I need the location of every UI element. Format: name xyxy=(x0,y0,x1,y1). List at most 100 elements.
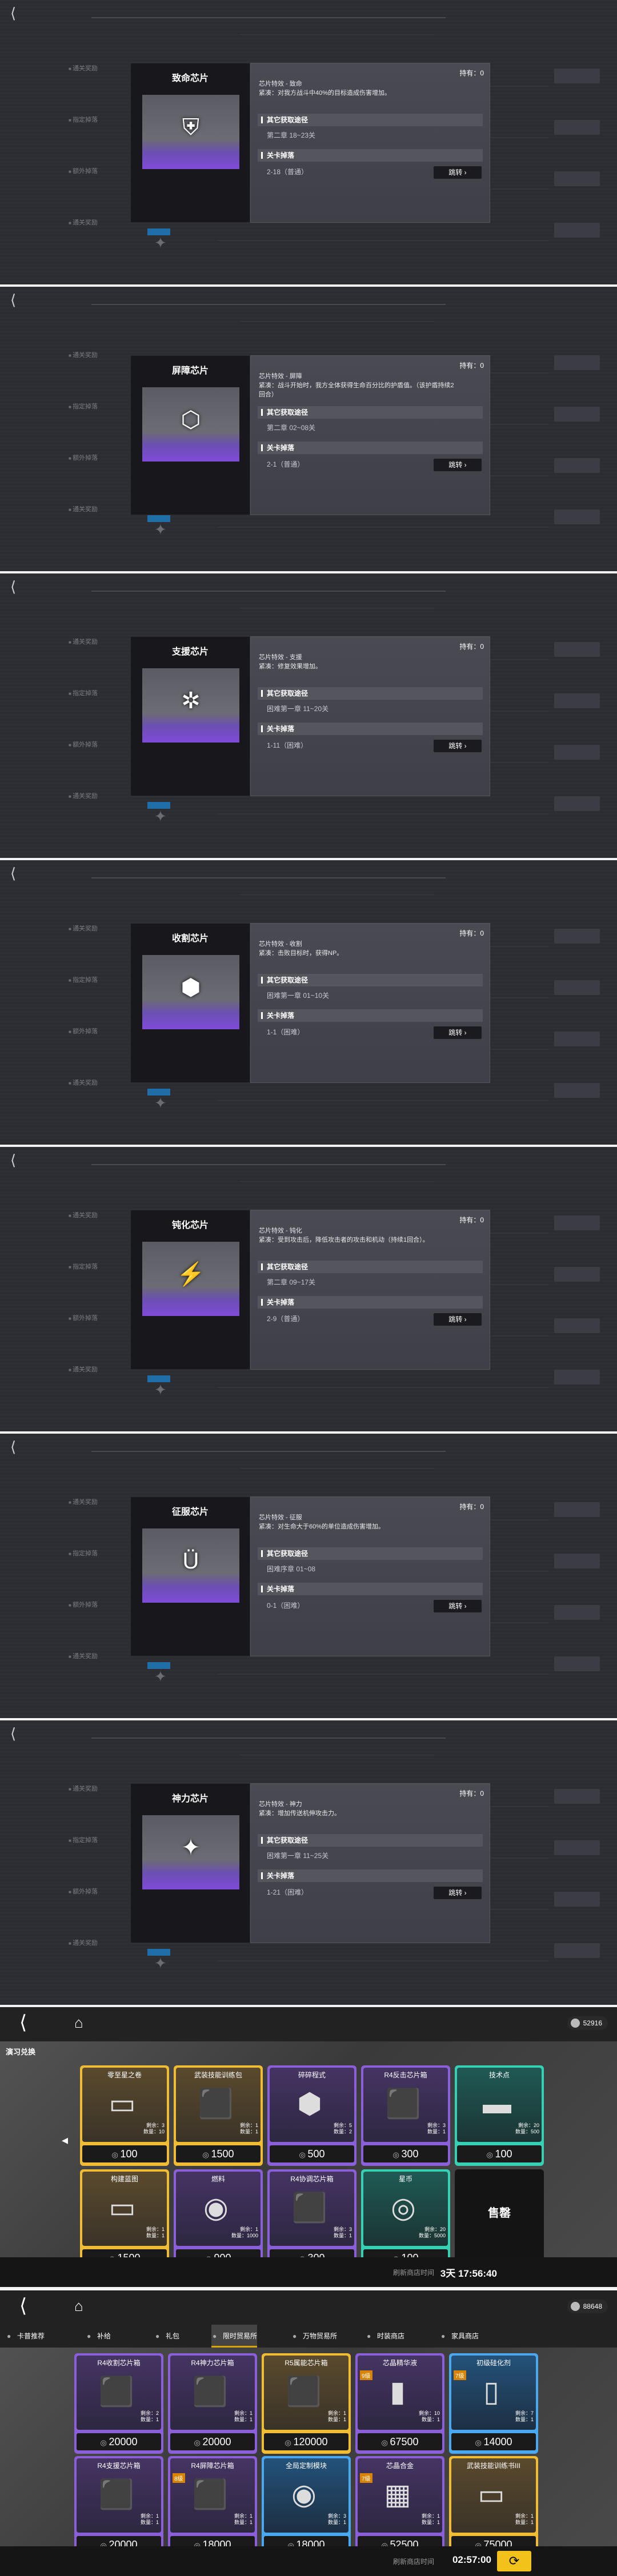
back-icon[interactable]: ⟨ xyxy=(10,579,16,594)
home-icon[interactable]: ⌂ xyxy=(74,2297,83,2315)
item-price: 100 xyxy=(82,2145,167,2162)
shield-chip-icon: ⬡ xyxy=(181,407,201,432)
chip-title: 致命芯片 xyxy=(171,74,209,83)
item-name: 武装技能训练包 xyxy=(194,2071,242,2079)
shop-item[interactable]: R4支援芯片箱⬛剩余：1 数量：120000 xyxy=(74,2456,163,2557)
header-divider xyxy=(240,894,434,895)
chip-info: 持有：0 芯片特效 - 屏障 紧凑：战斗开始时，我方全体获得生命百分比的护盾值。（… xyxy=(250,355,490,515)
tab-6[interactable]: 家具商店 xyxy=(440,2325,479,2348)
back-icon[interactable]: ⟨ xyxy=(10,1153,16,1167)
shop-item[interactable]: 构建蓝图▭剩余：1 数量：11500 xyxy=(80,2169,169,2270)
back-icon[interactable]: ⟨ xyxy=(19,2013,27,2032)
chip-title: 屏障芯片 xyxy=(171,366,209,376)
header-divider xyxy=(91,17,446,18)
refresh-bar: 刷新商店时间 02:57:00 ⟳ xyxy=(0,2546,617,2576)
tab-2[interactable]: 礼包 xyxy=(154,2325,179,2348)
other-sources-value: 第二章 18~23关 xyxy=(267,131,316,139)
side-labels: 通关奖励指定掉落额外掉落通关奖励 xyxy=(69,636,98,842)
store-topbar xyxy=(0,2290,617,2325)
item-name: 芯晶精华液 xyxy=(382,2359,417,2367)
refresh-button[interactable]: ⟳ xyxy=(497,2551,531,2571)
support-chip-icon: ✲ xyxy=(181,688,201,713)
shop-item[interactable]: R4收割芯片箱 ⬛ 剩余：2 数量：1 20000 xyxy=(74,2353,163,2454)
background-button xyxy=(554,1502,600,1517)
shop-item[interactable]: 燃料◉剩余：1 数量：1000900 xyxy=(174,2169,263,2270)
item-name: 星币 xyxy=(398,2175,412,2183)
item-icon: ⬛ xyxy=(98,2478,135,2510)
owned-count: 持有：0 xyxy=(459,1503,484,1511)
currency-counter: 88648 xyxy=(567,2300,608,2313)
back-icon[interactable]: ⟨ xyxy=(19,2296,27,2316)
shop-item[interactable]: 技术点 ▬ 剩余：20 数量：500 100 xyxy=(455,2065,544,2166)
chip-info: 持有：0 芯片特效 - 致命 紧凑：对我方战斗中40%的目标造成伤害增加。 其它获取… xyxy=(250,63,490,223)
back-icon[interactable]: ⟨ xyxy=(10,292,16,307)
other-sources-header: 其它获取途径 xyxy=(258,114,483,126)
store-tab-title[interactable]: 演习兑换 xyxy=(6,2046,35,2057)
shop-item[interactable]: 芯晶合金▦7级剩余：1 数量：152500 xyxy=(355,2456,444,2557)
shop-item[interactable]: R4协调芯片箱⬛剩余：3 数量：1300 xyxy=(267,2169,356,2270)
tab-1[interactable]: 补给 xyxy=(86,2325,111,2348)
stage-drop-header: 关卡掉落 xyxy=(258,442,483,454)
background-button xyxy=(554,509,600,524)
item-level-badge: 8级 xyxy=(173,2473,185,2483)
jump-button[interactable]: 跳转 xyxy=(434,1600,482,1612)
item-icon: ◉ xyxy=(291,2478,316,2510)
back-icon[interactable]: ⟨ xyxy=(10,1726,16,1741)
refresh-label: 刷新商店时间 xyxy=(392,2269,434,2277)
background-button xyxy=(554,980,600,995)
background-tag xyxy=(147,1375,170,1382)
shop-item[interactable]: 零至星之卷 ▭ 剩余：3 数量：10 100 xyxy=(80,2065,169,2166)
divine-chip-icon: ✦ xyxy=(181,1835,201,1860)
side-label: 通关奖励 xyxy=(69,504,98,555)
item-stock: 剩余：3 数量：1 xyxy=(427,2122,446,2134)
item-stock: 剩余：1 数量：1 xyxy=(421,2513,440,2525)
shop-item[interactable]: 武装技能训练书III▭剩余：1 数量：175000 xyxy=(449,2456,538,2557)
shop-item[interactable]: 售罄 xyxy=(455,2169,544,2270)
shop-item[interactable]: R4反击芯片箱 ⬛ 剩余：3 数量：1 300 xyxy=(361,2065,450,2166)
tab-4[interactable]: 万物贸易所 xyxy=(291,2325,337,2348)
shop-item[interactable]: 武装技能训练包 ⬛ 剩余：1 数量：1 1500 xyxy=(174,2065,263,2166)
tab-3[interactable]: 限时贸易所 xyxy=(211,2325,258,2348)
side-label: 通关奖励 xyxy=(69,350,98,401)
background-button xyxy=(554,1318,600,1333)
shop-item[interactable]: R5属能芯片箱 ⬛ 剩余：1 数量：1 120000 xyxy=(262,2353,351,2454)
chip-panel: ⟨通关奖励指定掉落额外掉落通关奖励✦钝化芯片⚡持有：0芯片特效 - 钝化 紧凑：… xyxy=(0,1147,617,1431)
chip-image: ✲ xyxy=(142,668,239,743)
item-stock: 剩余：5 数量：2 xyxy=(333,2122,352,2134)
item-icon: ▯ xyxy=(483,2376,499,2408)
refresh-countdown: 3天 17:56:40 xyxy=(440,2268,497,2279)
tab-0[interactable]: 卡普推荐 xyxy=(6,2325,45,2348)
shop-item[interactable]: 芯晶精华液 ▮ 9级剩余：10 数量：1 67500 xyxy=(355,2353,444,2454)
scroll-left-icon[interactable]: ◂ xyxy=(62,2133,68,2148)
sword-chip-icon: ⛨ xyxy=(182,115,199,140)
header-divider xyxy=(91,591,446,592)
jump-button[interactable]: 跳转 xyxy=(434,1887,482,1899)
chip-title: 支援芯片 xyxy=(171,647,209,657)
jump-button[interactable]: 跳转 xyxy=(434,1026,482,1039)
shop-item[interactable]: R4神力芯片箱 ⬛ 剩余：1 数量：1 20000 xyxy=(168,2353,257,2454)
shop-item[interactable]: R4屏障芯片箱⬛8级剩余：1 数量：118000 xyxy=(168,2456,257,2557)
jump-button[interactable]: 跳转 xyxy=(434,459,482,471)
other-sources-value: 第二章 02~08关 xyxy=(267,424,316,432)
tab-5[interactable]: 时装商店 xyxy=(366,2325,404,2348)
shop-item[interactable]: 初级硅化剂 ▯ 7级剩余：7 数量：1 14000 xyxy=(449,2353,538,2454)
jump-button[interactable]: 跳转 xyxy=(434,166,482,179)
background-button xyxy=(554,69,600,83)
item-name: 技术点 xyxy=(488,2071,510,2079)
jump-button[interactable]: 跳转 xyxy=(434,1313,482,1326)
item-level-badge: 7级 xyxy=(360,2473,372,2483)
back-icon[interactable]: ⟨ xyxy=(10,866,16,881)
stage-drop-header: 关卡掉落 xyxy=(258,1869,483,1882)
item-stock: 剩余：1 数量：1 xyxy=(327,2410,346,2422)
background-button xyxy=(554,223,600,238)
shop-item[interactable]: 星币◎剩余：20 数量：5000100 xyxy=(361,2169,450,2270)
home-icon[interactable]: ⌂ xyxy=(74,2014,83,2032)
back-icon[interactable]: ⟨ xyxy=(10,6,16,21)
item-stock: 剩余：7 数量：1 xyxy=(515,2410,534,2422)
back-icon[interactable]: ⟨ xyxy=(10,1439,16,1454)
shop-item[interactable]: 碎碎程式 ⬢ 剩余：5 数量：2 500 xyxy=(267,2065,356,2166)
owned-count: 持有：0 xyxy=(459,1216,484,1224)
item-stock: 剩余：1 数量：1 xyxy=(515,2513,534,2525)
shop-item[interactable]: 全局定制模块◉剩余：3 数量：118000 xyxy=(262,2456,351,2557)
jump-button[interactable]: 跳转 xyxy=(434,740,482,752)
